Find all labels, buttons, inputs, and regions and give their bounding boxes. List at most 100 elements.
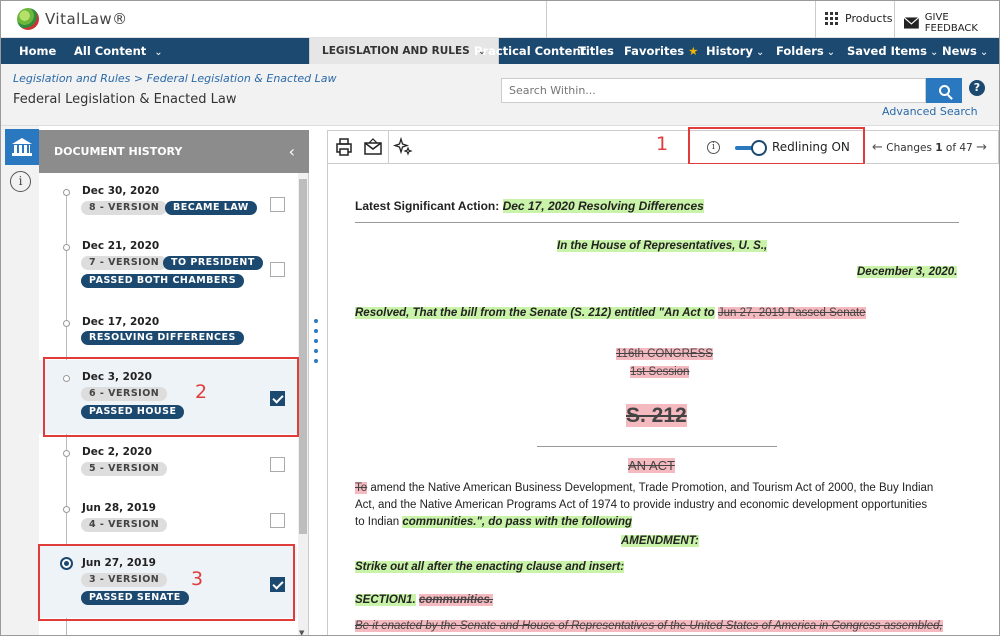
compare-checkbox[interactable] — [270, 457, 285, 472]
nav-favorites[interactable]: Favorites ★ — [624, 38, 698, 64]
bank-icon — [12, 138, 32, 156]
chevron-down-icon: ⌄ — [154, 47, 163, 58]
library-button[interactable] — [5, 129, 39, 165]
changes-current: 1 — [935, 142, 943, 154]
nav-folders[interactable]: Folders ⌄ — [776, 38, 835, 64]
body-line-2: Act, and the Native American Programs Ac… — [355, 499, 928, 511]
history-entry[interactable]: Jun 28, 2019 4 - VERSION — [39, 496, 297, 540]
body-text: amend the Native American Business Devel… — [367, 482, 934, 494]
history-entry[interactable]: Dec 2, 2020 5 - VERSION — [39, 440, 297, 484]
nav-all-content[interactable]: All Content ⌄ — [74, 38, 163, 64]
nav-saved-label: Saved Items — [847, 44, 927, 58]
callout-box-1 — [688, 127, 865, 165]
star-icon: ★ — [688, 44, 699, 58]
advanced-search-link[interactable]: Advanced Search — [882, 105, 978, 118]
top-bar: VitalLaw® Products GIVE FEEDBACK — [1, 1, 999, 38]
document-history-header: DOCUMENT HISTORY ‹ — [39, 130, 309, 173]
products-label: Products — [845, 12, 893, 25]
app-frame: VitalLaw® Products GIVE FEEDBACK Home Al… — [0, 0, 1000, 636]
history-entry[interactable]: Dec 21, 2020 7 - VERSION TO PRESIDENT PA… — [39, 234, 297, 296]
give-feedback-button[interactable]: GIVE FEEDBACK — [904, 12, 999, 34]
nav-all-content-label: All Content — [74, 44, 147, 58]
logo-mark-icon — [17, 8, 39, 30]
resolved-text: Resolved, That the bill from the Senate … — [355, 307, 715, 319]
amendment-line: AMENDMENT: — [621, 535, 699, 547]
latest-action-line: Latest Significant Action: Dec 17, 2020 … — [355, 199, 704, 213]
nav-history[interactable]: History ⌄ — [706, 38, 764, 64]
nav-legislation-and-rules[interactable]: LEGISLATION AND RULES ⌄ — [309, 38, 500, 64]
history-entry[interactable]: Dec 30, 2020 8 - VERSION BECAME LAW — [39, 179, 297, 229]
envelope-icon — [904, 17, 919, 29]
arrow-right-icon[interactable]: → — [976, 140, 987, 155]
latest-action-value: Dec 17, 2020 Resolving Differences — [502, 199, 704, 213]
body-text: to Indian — [355, 516, 403, 528]
status-badge: BECAME LAW — [165, 201, 257, 215]
help-icon[interactable]: ? — [969, 80, 985, 96]
date-line-text: December 3, 2020. — [857, 266, 958, 278]
chevron-down-icon: ⌄ — [979, 47, 989, 58]
entry-date: Dec 21, 2020 — [82, 240, 160, 252]
arrow-left-icon[interactable]: ← — [872, 140, 883, 155]
panel-resize-handle[interactable] — [314, 319, 320, 374]
changes-total: of 47 — [945, 142, 973, 154]
divider — [537, 446, 777, 447]
entry-date: Dec 17, 2020 — [82, 316, 160, 328]
nav-news[interactable]: News ⌄ — [942, 38, 988, 64]
history-scrollbar[interactable]: ▼ — [298, 173, 308, 635]
section-line: SECTION1. communities. — [355, 594, 494, 606]
toolbar-divider — [388, 131, 389, 165]
vitallaw-logo[interactable]: VitalLaw® — [17, 8, 128, 30]
compare-checkbox[interactable] — [270, 262, 285, 277]
search-icon — [938, 85, 950, 96]
body-line-1: To amend the Native American Business De… — [355, 482, 933, 494]
email-icon[interactable] — [362, 136, 384, 158]
products-button[interactable]: Products — [825, 12, 893, 25]
inserted-text: Strike out all after the enacting clause… — [355, 561, 625, 573]
changes-navigator: ← Changes 1 of 47 → — [872, 140, 987, 155]
scroll-thumb[interactable] — [299, 179, 307, 534]
chevron-down-icon: ⌄ — [929, 47, 939, 58]
entry-date: Dec 30, 2020 — [82, 185, 160, 197]
deleted-text: Be it enacted by the Senate and House of… — [355, 620, 943, 632]
sparkle-icon[interactable] — [392, 136, 414, 158]
nav-home[interactable]: Home — [19, 38, 56, 64]
nav-folders-label: Folders — [776, 44, 824, 58]
chevron-left-icon[interactable]: ‹ — [289, 130, 295, 173]
print-icon[interactable] — [333, 136, 355, 158]
compare-checkbox[interactable] — [270, 513, 285, 528]
compare-checkbox[interactable] — [270, 197, 285, 212]
callout-number-1: 1 — [656, 133, 669, 155]
top-divider — [546, 1, 547, 38]
search-button[interactable] — [926, 78, 962, 103]
entry-date: Jun 28, 2019 — [82, 502, 156, 514]
nav-saved-items[interactable]: Saved Items ⌄ — [847, 38, 938, 64]
enacted-line: Be it enacted by the Senate and House of… — [355, 620, 943, 632]
left-rail: i — [1, 126, 39, 635]
an-act-line: AN ACT — [628, 458, 675, 473]
nav-home-label: Home — [19, 44, 57, 58]
deleted-text: Jun 27, 2019 Passed Senate — [717, 307, 866, 319]
nav-news-label: News — [942, 44, 977, 58]
nav-practical-content[interactable]: Practical Content — [474, 38, 586, 64]
house-line-text: In the House of Representatives, U. S., — [557, 240, 768, 252]
history-entry[interactable]: Dec 17, 2020 RESOLVING DIFFERENCES — [39, 310, 297, 350]
main-nav: Home All Content ⌄ LEGISLATION AND RULES ⌄… — [1, 38, 999, 64]
session-line: 1st Session — [630, 366, 690, 378]
nav-titles[interactable]: Titles — [578, 38, 614, 64]
breadcrumb[interactable]: Legislation and Rules > Federal Legislat… — [13, 72, 337, 85]
scroll-down-arrow-icon[interactable]: ▼ — [299, 629, 304, 635]
timeline-dot — [63, 189, 70, 196]
body-line-3: to Indian communities.", do pass with th… — [355, 516, 633, 528]
timeline-dot — [63, 450, 70, 457]
version-badge: 4 - VERSION — [81, 518, 168, 532]
grid-icon — [825, 12, 838, 25]
info-icon[interactable]: i — [10, 171, 31, 192]
nav-practical-label: Practical Content — [474, 44, 587, 58]
callout-number-3: 3 — [191, 568, 204, 590]
changes-label: Changes — [886, 142, 932, 154]
search-within-input[interactable] — [501, 78, 926, 103]
house-line: In the House of Representatives, U. S., — [557, 240, 768, 252]
deleted-text: AN ACT — [628, 458, 675, 473]
inserted-text: SECTION1. — [355, 594, 416, 606]
inserted-text: AMENDMENT: — [621, 535, 699, 547]
